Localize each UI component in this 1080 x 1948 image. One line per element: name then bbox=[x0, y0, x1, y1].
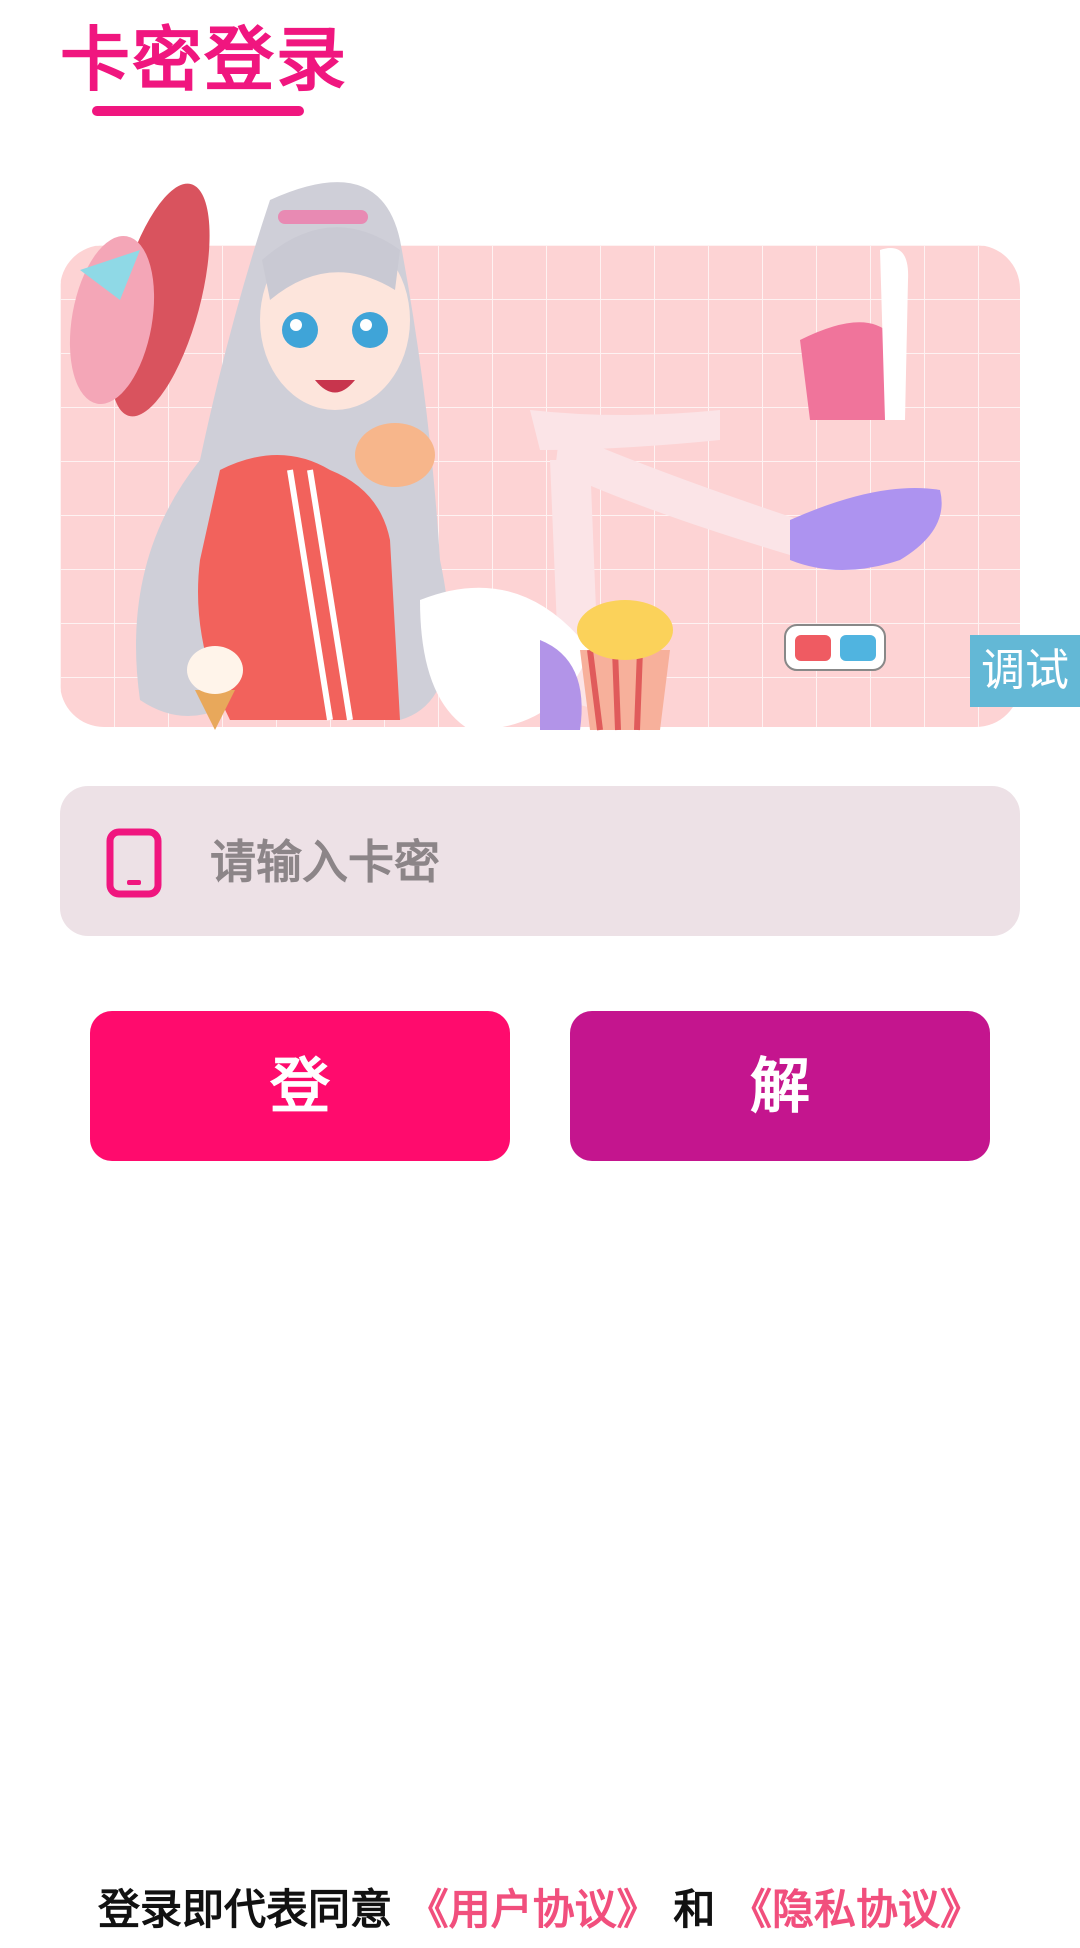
debug-button[interactable]: 调试 bbox=[970, 635, 1080, 707]
user-agreement-link[interactable]: 《用户协议》 bbox=[407, 1885, 659, 1934]
agreement-and: 和 bbox=[673, 1885, 716, 1934]
agreement-text: 登录即代表同意 《用户协议》 和 《隐私协议》 bbox=[0, 1880, 1080, 1940]
card-key-input[interactable] bbox=[208, 821, 972, 903]
card-key-input-container[interactable] bbox=[60, 786, 1020, 936]
privacy-policy-link[interactable]: 《隐私协议》 bbox=[730, 1885, 982, 1934]
agreement-prefix: 登录即代表同意 bbox=[98, 1885, 393, 1934]
unbind-button[interactable]: 解 绑 bbox=[570, 1011, 990, 1272]
hero-banner bbox=[60, 182, 1020, 731]
phone-icon bbox=[106, 828, 162, 898]
login-button[interactable]: 登 录 bbox=[90, 1011, 510, 1272]
cap-illustration bbox=[69, 183, 210, 417]
